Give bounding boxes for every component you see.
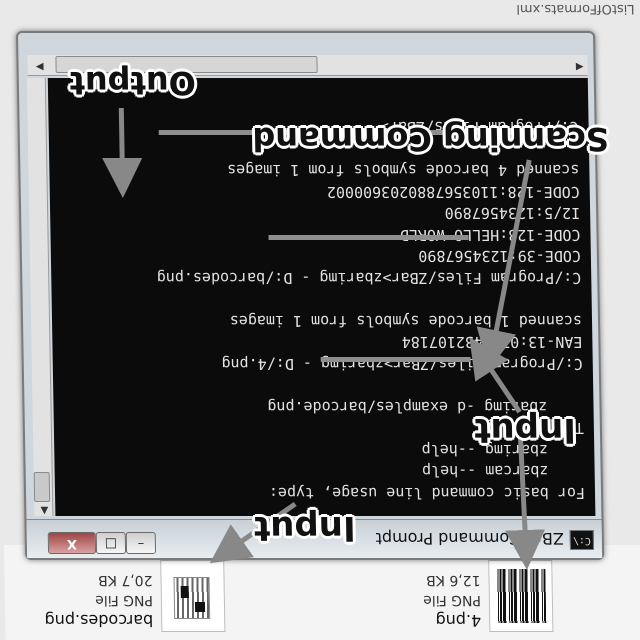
output-arrow [102, 108, 143, 198]
annotation-scanning-command: Scanning Command [252, 120, 610, 158]
scan-arrow [476, 159, 532, 370]
annotation-input: Input [473, 410, 577, 450]
input-arrow-c [469, 337, 522, 414]
annotation-output: Output [69, 64, 197, 102]
annotation-input: Input [253, 508, 356, 548]
screenshot-scene: 4.png PNG File 12,6 KB barcodes.png PNG … [0, 0, 640, 640]
